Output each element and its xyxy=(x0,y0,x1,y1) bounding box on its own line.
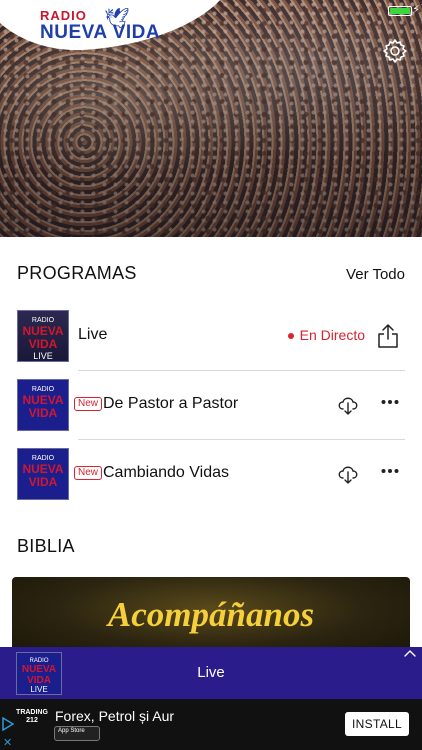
ad-banner[interactable]: ✕ TRADING 212 App Store Forex, Petrol și… xyxy=(0,699,422,750)
program-title: Live xyxy=(78,326,108,343)
settings-gear-icon[interactable] xyxy=(382,38,408,64)
ad-brand-logo: TRADING 212 xyxy=(16,709,48,724)
program-row[interactable]: RADIO NUEVA VIDA New Cambiando Vidas xyxy=(17,444,405,504)
battery-icon xyxy=(388,6,412,16)
ad-text: Forex, Petrol și Aur xyxy=(55,708,175,724)
hero-image: RADIO NUEVA VIDA 🕊 ⚡ xyxy=(0,0,422,237)
logo-main-text: NUEVA VIDA xyxy=(40,22,161,43)
see-all-link[interactable]: Ver Todo xyxy=(346,266,405,283)
now-playing-bar[interactable]: RADIO NUEVA VIDA LIVE Live xyxy=(0,647,422,699)
program-row-live[interactable]: RADIO NUEVA VIDA LIVE Live En Directo xyxy=(17,306,405,366)
ad-choices-icon[interactable] xyxy=(2,717,14,731)
new-badge: New xyxy=(74,397,103,411)
program-title: Cambiando Vidas xyxy=(103,464,230,481)
divider xyxy=(78,370,405,371)
logo-top-text: RADIO xyxy=(40,8,87,23)
download-icon[interactable] xyxy=(337,464,359,484)
more-options-icon[interactable] xyxy=(381,468,399,474)
download-icon[interactable] xyxy=(337,395,359,415)
program-row[interactable]: RADIO NUEVA VIDA New De Pastor a Pastor xyxy=(17,375,405,435)
install-button[interactable]: INSTALL xyxy=(345,712,409,736)
chevron-up-icon[interactable] xyxy=(404,649,416,657)
dove-icon: 🕊 xyxy=(104,8,130,30)
now-playing-title: Live xyxy=(197,664,225,681)
bible-banner[interactable]: Acompáñanos xyxy=(12,577,410,657)
ad-close-icon[interactable]: ✕ xyxy=(3,736,12,749)
program-title: De Pastor a Pastor xyxy=(103,395,239,412)
program-thumbnail: RADIO NUEVA VIDA xyxy=(17,448,69,500)
programs-heading: PROGRAMAS xyxy=(17,263,137,283)
live-dot-icon xyxy=(287,333,294,340)
charging-icon: ⚡ xyxy=(412,4,420,16)
app-logo: RADIO NUEVA VIDA xyxy=(40,8,160,44)
divider xyxy=(78,439,405,440)
new-badge: New xyxy=(74,466,103,480)
app-store-badge: App Store xyxy=(54,726,100,741)
banner-headline: Acompáñanos xyxy=(107,595,315,634)
bible-heading: BIBLIA xyxy=(17,536,75,556)
live-status: En Directo xyxy=(287,327,365,343)
program-thumbnail: RADIO NUEVA VIDA LIVE xyxy=(17,310,69,362)
share-icon[interactable] xyxy=(377,323,399,349)
program-thumbnail: RADIO NUEVA VIDA xyxy=(17,379,69,431)
more-options-icon[interactable] xyxy=(381,399,399,405)
